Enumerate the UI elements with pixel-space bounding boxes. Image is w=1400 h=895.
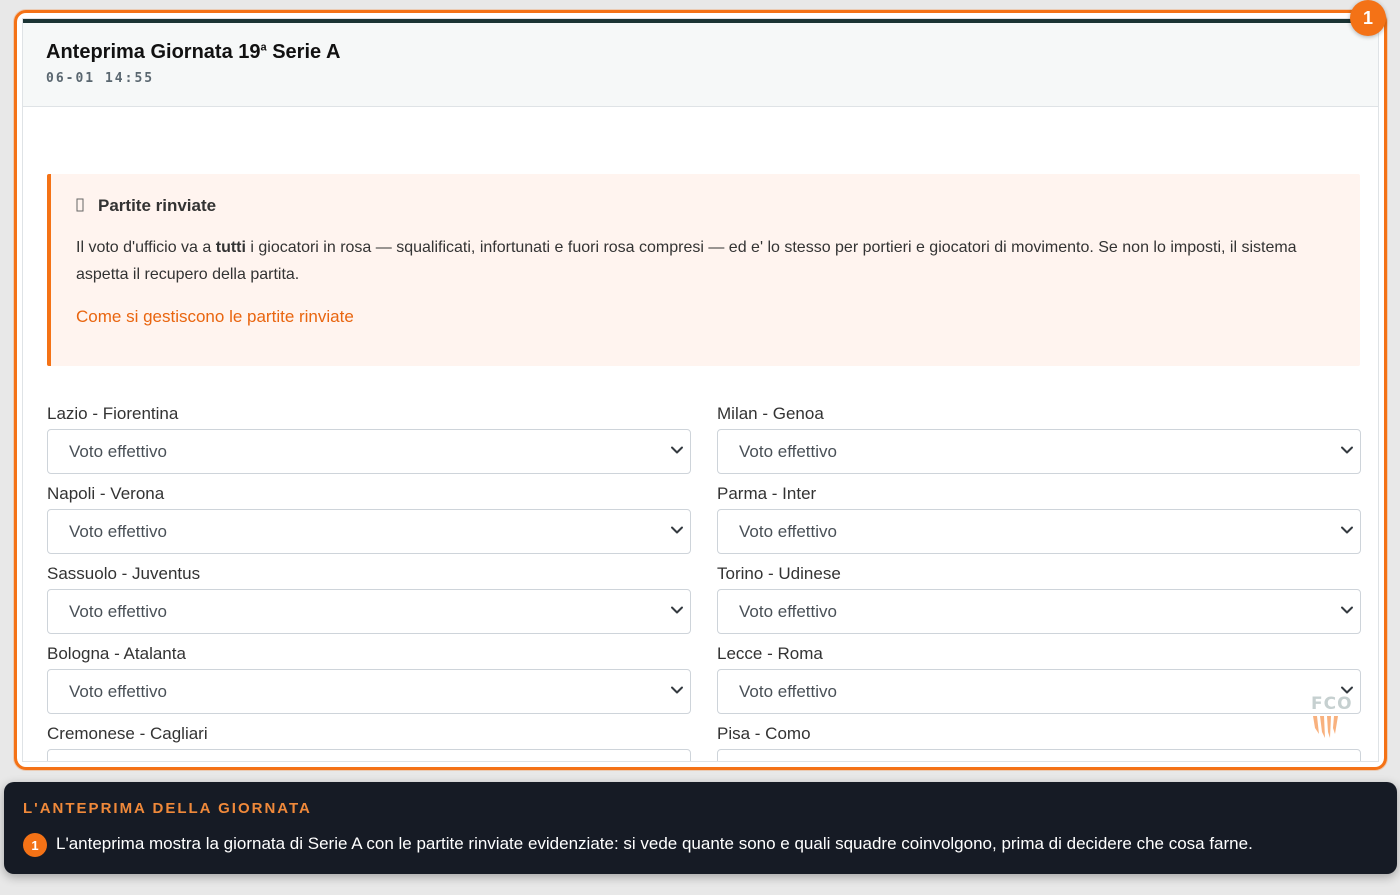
page-title: Anteprima Giornata 19a Serie A <box>46 41 341 63</box>
card-date: 06-01 14:55 <box>46 71 155 86</box>
match-item: Lazio - Fiorentina Voto effettivo <box>47 404 691 474</box>
match-label: Lazio - Fiorentina <box>47 404 179 423</box>
alert-title: Partite rinviate <box>98 196 217 215</box>
chevron-down-icon <box>671 526 683 534</box>
info-icon <box>76 198 88 215</box>
chevron-down-icon <box>1341 526 1353 534</box>
fco-logo: FCO <box>1311 694 1352 744</box>
vote-select[interactable]: Voto effettivo <box>47 429 691 474</box>
vote-select-value: Voto effettivo <box>69 762 167 763</box>
vote-select-value: Voto effettivo <box>69 601 167 621</box>
vote-select-value: Voto effettivo <box>739 762 837 763</box>
match-item: Pisa - Como Voto effettivo <box>717 724 1361 763</box>
match-item: Milan - Genoa Voto effettivo <box>717 404 1361 474</box>
tooltip-step-number: 1 <box>23 833 47 857</box>
match-item: Cremonese - Cagliari Voto effettivo <box>47 724 691 763</box>
chevron-down-icon <box>671 686 683 694</box>
match-label: Pisa - Como <box>717 724 811 743</box>
postponed-help-link[interactable]: Come si gestiscono le partite rinviate <box>76 307 354 327</box>
match-label: Napoli - Verona <box>47 484 165 503</box>
match-label: Parma - Inter <box>717 484 817 503</box>
vote-select-value: Voto effettivo <box>739 601 837 621</box>
vote-select-value: Voto effettivo <box>739 681 837 701</box>
vote-select[interactable]: Voto effettivo <box>47 749 691 763</box>
chevron-down-icon <box>671 446 683 454</box>
match-item: Bologna - Atalanta Voto effettivo <box>47 644 691 714</box>
highlight-frame: Anteprima Giornata 19a Serie A 06-01 14:… <box>14 10 1387 770</box>
match-label: Sassuolo - Juventus <box>47 564 201 583</box>
vote-select[interactable]: Voto effettivo <box>47 669 691 714</box>
postponed-alert: Partite rinviate Il voto d'ufficio va a … <box>47 174 1360 366</box>
chevron-down-icon <box>671 606 683 614</box>
vote-select[interactable]: Voto effettivo <box>717 509 1361 554</box>
match-item: Sassuolo - Juventus Voto effettivo <box>47 564 691 634</box>
match-item: Torino - Udinese Voto effettivo <box>717 564 1361 634</box>
match-label: Cremonese - Cagliari <box>47 724 208 743</box>
vote-select[interactable]: Voto effettivo <box>717 669 1361 714</box>
vote-select-value: Voto effettivo <box>69 441 167 461</box>
tour-tooltip: L'ANTEPRIMA DELLA GIORNATA 1 L'anteprima… <box>4 782 1397 874</box>
match-label: Torino - Udinese <box>717 564 841 583</box>
vote-select[interactable]: Voto effettivo <box>717 589 1361 634</box>
vote-select[interactable]: Voto effettivo <box>47 589 691 634</box>
vote-select-value: Voto effettivo <box>69 681 167 701</box>
preview-card: Anteprima Giornata 19a Serie A 06-01 14:… <box>22 18 1379 762</box>
vote-select-value: Voto effettivo <box>69 521 167 541</box>
vote-select-value: Voto effettivo <box>739 521 837 541</box>
match-label: Lecce - Roma <box>717 644 823 663</box>
tooltip-text: L'anteprima mostra la giornata di Serie … <box>56 833 1253 853</box>
match-item: Lecce - Roma Voto effettivo <box>717 644 1361 714</box>
vote-select[interactable]: Voto effettivo <box>47 509 691 554</box>
tooltip-title: L'ANTEPRIMA DELLA GIORNATA <box>23 800 312 817</box>
matches-grid: Lazio - Fiorentina Voto effettivo Milan - … <box>47 404 1361 763</box>
match-label: Bologna - Atalanta <box>47 644 186 663</box>
chevron-down-icon <box>1341 446 1353 454</box>
card-header: Anteprima Giornata 19a Serie A 06-01 14:… <box>23 23 1378 107</box>
step-badge: 1 <box>1350 0 1386 36</box>
vote-select[interactable]: Voto effettivo <box>717 429 1361 474</box>
vote-select[interactable]: Voto effettivo <box>717 749 1361 763</box>
match-item: Napoli - Verona Voto effettivo <box>47 484 691 554</box>
match-label: Milan - Genoa <box>717 404 824 423</box>
chevron-down-icon <box>1341 606 1353 614</box>
match-item: Parma - Inter Voto effettivo <box>717 484 1361 554</box>
vote-select-value: Voto effettivo <box>739 441 837 461</box>
alert-body: Il voto d'ufficio va a tutti i giocatori… <box>76 239 1297 283</box>
